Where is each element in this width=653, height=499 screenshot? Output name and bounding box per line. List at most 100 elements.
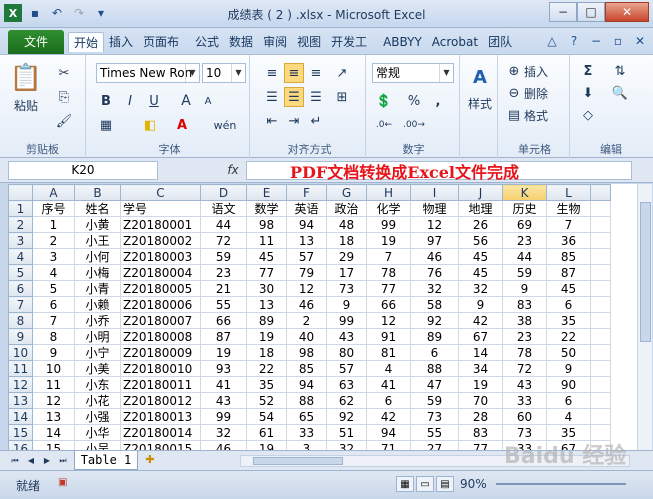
tab-abbyy[interactable]: ABBYY xyxy=(378,32,427,52)
cell[interactable]: 小何 xyxy=(74,248,121,265)
cell[interactable]: 18 xyxy=(246,344,287,361)
cell[interactable]: 11 xyxy=(246,232,287,249)
cell[interactable]: 57 xyxy=(326,360,367,377)
cell[interactable]: 77 xyxy=(458,440,503,450)
cell[interactable]: 62 xyxy=(326,392,367,409)
cell[interactable]: 89 xyxy=(246,312,287,329)
cell[interactable]: 43 xyxy=(200,392,247,409)
cell[interactable]: 18 xyxy=(326,232,367,249)
cell[interactable]: 54 xyxy=(246,408,287,425)
tab-data[interactable]: 数据 xyxy=(224,32,258,52)
cell[interactable]: 50 xyxy=(546,344,591,361)
wb-close-icon[interactable]: ✕ xyxy=(631,32,649,50)
cell[interactable]: 85 xyxy=(546,248,591,265)
chevron-down-icon[interactable]: ▼ xyxy=(439,64,453,82)
cell[interactable]: Z20180005 xyxy=(120,280,201,297)
name-box[interactable]: K20 xyxy=(8,161,158,180)
column-header[interactable]: I xyxy=(410,184,459,201)
cell[interactable]: 3 xyxy=(286,440,327,450)
increase-indent-icon[interactable]: ⇥ xyxy=(284,111,304,131)
page-layout-view-icon[interactable]: ▭ xyxy=(416,476,434,492)
cell[interactable]: 12 xyxy=(366,312,411,329)
cell[interactable]: 47 xyxy=(410,376,459,393)
cell[interactable]: 物理 xyxy=(410,200,459,217)
cell[interactable] xyxy=(590,376,611,393)
cell[interactable]: 5 xyxy=(32,280,75,297)
cell[interactable] xyxy=(590,232,611,249)
cell[interactable]: 19 xyxy=(366,232,411,249)
cell[interactable]: 78 xyxy=(502,344,547,361)
cell[interactable]: 14 xyxy=(32,424,75,441)
cell[interactable]: 9 xyxy=(546,360,591,377)
cell[interactable]: 34 xyxy=(458,360,503,377)
cell[interactable] xyxy=(590,328,611,345)
cell[interactable] xyxy=(590,392,611,409)
cell[interactable]: 36 xyxy=(546,232,591,249)
cell[interactable]: 19 xyxy=(458,376,503,393)
cell[interactable]: 10 xyxy=(32,360,75,377)
cell[interactable]: Z20180006 xyxy=(120,296,201,313)
cell[interactable] xyxy=(590,264,611,281)
cell[interactable]: 46 xyxy=(200,440,247,450)
cell[interactable]: Z20180008 xyxy=(120,328,201,345)
cell[interactable]: 45 xyxy=(458,248,503,265)
percent-button[interactable]: % xyxy=(404,91,424,111)
cell[interactable]: 29 xyxy=(326,248,367,265)
cell[interactable]: 6 xyxy=(546,296,591,313)
font-name-combo[interactable]: Times New Ron ▼ xyxy=(96,63,200,83)
font-size-combo[interactable]: 10 ▼ xyxy=(202,63,246,83)
cell[interactable]: 8 xyxy=(32,328,75,345)
cell[interactable] xyxy=(590,408,611,425)
cell[interactable]: 59 xyxy=(410,392,459,409)
cell[interactable]: 83 xyxy=(458,424,503,441)
cell[interactable]: 21 xyxy=(200,280,247,297)
format-cells-button[interactable]: 格式 xyxy=(524,105,548,125)
cell[interactable]: 69 xyxy=(502,216,547,233)
cell[interactable]: 地理 xyxy=(458,200,503,217)
column-header[interactable]: A xyxy=(32,184,75,201)
cell[interactable]: Z20180013 xyxy=(120,408,201,425)
phonetic-button[interactable]: wén xyxy=(210,115,240,135)
last-sheet-icon[interactable]: ⏭ xyxy=(56,454,70,468)
cell[interactable]: 12 xyxy=(410,216,459,233)
macro-record-icon[interactable]: ▣ xyxy=(58,477,74,491)
cell[interactable]: 3 xyxy=(32,248,75,265)
cell[interactable]: 90 xyxy=(546,376,591,393)
cell[interactable]: 92 xyxy=(410,312,459,329)
cell[interactable]: 32 xyxy=(458,280,503,297)
cell[interactable]: 小梅 xyxy=(74,264,121,281)
cell[interactable]: 小吴 xyxy=(74,440,121,450)
cell[interactable]: 6 xyxy=(366,392,411,409)
column-header[interactable]: F xyxy=(286,184,327,201)
cell[interactable]: 4 xyxy=(32,264,75,281)
chevron-down-icon[interactable]: ▼ xyxy=(231,64,245,82)
cell[interactable]: 英语 xyxy=(286,200,327,217)
cell[interactable]: 91 xyxy=(366,328,411,345)
align-middle-icon[interactable]: ≡ xyxy=(284,63,304,83)
cell[interactable]: 42 xyxy=(366,408,411,425)
cell[interactable]: 小青 xyxy=(74,280,121,297)
cell[interactable]: 88 xyxy=(410,360,459,377)
cell[interactable]: 小强 xyxy=(74,408,121,425)
sort-filter-icon[interactable]: ⇅ xyxy=(610,61,630,81)
cell[interactable]: 生物 xyxy=(546,200,591,217)
normal-view-icon[interactable]: ▦ xyxy=(396,476,414,492)
cell[interactable]: 78 xyxy=(366,264,411,281)
cell[interactable]: 9 xyxy=(326,296,367,313)
insert-function-button[interactable]: fx xyxy=(222,161,244,180)
align-top-icon[interactable]: ≡ xyxy=(262,63,282,83)
cell[interactable]: Z20180009 xyxy=(120,344,201,361)
cell[interactable]: 66 xyxy=(200,312,247,329)
cell[interactable]: Z20180010 xyxy=(120,360,201,377)
cell[interactable]: 6 xyxy=(410,344,459,361)
copy-icon[interactable]: ⎘ xyxy=(54,87,74,107)
decrease-decimal-icon[interactable]: .00→ xyxy=(403,115,425,135)
cell[interactable]: 71 xyxy=(366,440,411,450)
cell[interactable]: 70 xyxy=(458,392,503,409)
clear-icon[interactable]: ◇ xyxy=(578,105,598,125)
cell[interactable]: 22 xyxy=(246,360,287,377)
row-header[interactable]: 12 xyxy=(8,376,33,393)
cut-icon[interactable]: ✂ xyxy=(54,63,74,83)
cell[interactable]: 9 xyxy=(32,344,75,361)
row-header[interactable]: 3 xyxy=(8,232,33,249)
